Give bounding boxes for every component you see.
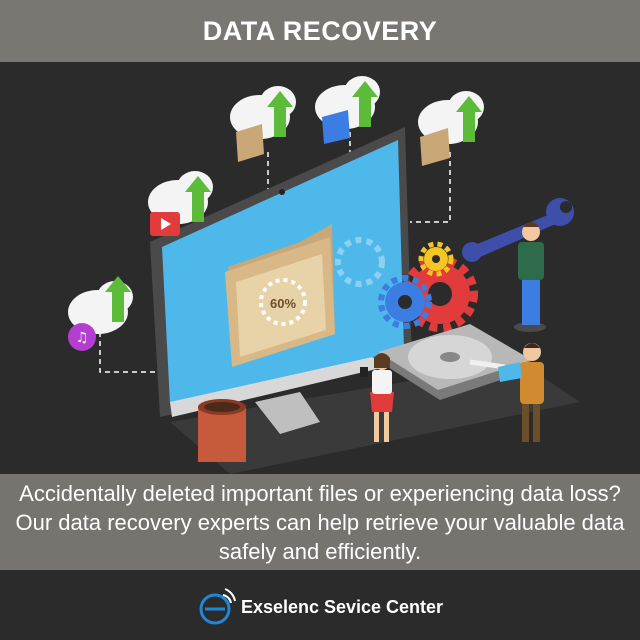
page-title: DATA RECOVERY (202, 15, 438, 46)
svg-text:♫: ♫ (76, 330, 89, 346)
progress-label: 60% (270, 296, 296, 311)
data-recovery-illustration: 60% ♫ (0, 62, 640, 474)
title-banner: DATA RECOVERY (0, 0, 640, 62)
e-wifi-logo-icon (197, 585, 237, 625)
message-text: Accidentally deleted important files or … (15, 480, 625, 564)
message-box: Accidentally deleted important files or … (0, 474, 640, 570)
footer: Exselenc Sevice Center (0, 570, 640, 640)
cloud-image-folder (230, 86, 296, 162)
cloud-folder (418, 91, 484, 166)
brand-name: Exselenc Sevice Center (240, 596, 444, 617)
cloud-document (315, 76, 380, 144)
coffee-mug-icon (198, 399, 246, 462)
cloud-music: ♫ (68, 276, 133, 351)
